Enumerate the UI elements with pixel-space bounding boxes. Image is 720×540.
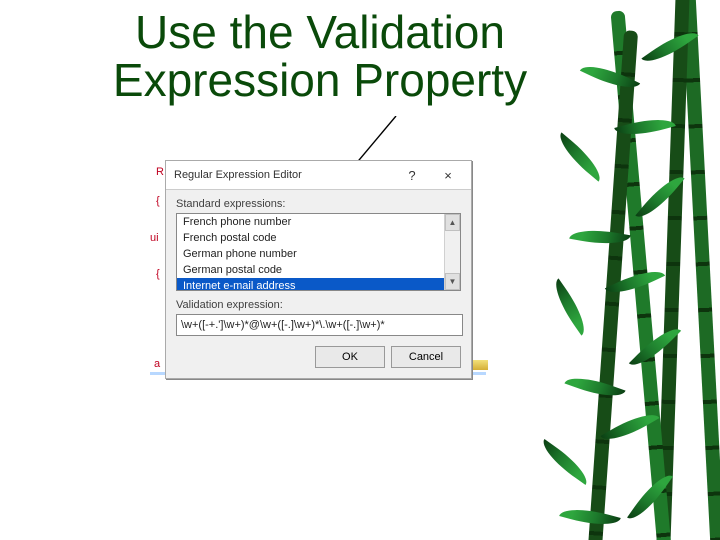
close-icon: × — [444, 168, 452, 183]
slide-title: Use the Validation Expression Property — [60, 8, 580, 105]
bg-fragment: { — [156, 195, 160, 207]
ok-button[interactable]: OK — [315, 346, 385, 368]
list-item[interactable]: German postal code — [177, 262, 460, 278]
title-line-2: Expression Property — [113, 54, 527, 106]
listbox-scrollbar[interactable]: ▲ ▼ — [444, 214, 460, 290]
bg-fragment: { — [156, 268, 160, 280]
bg-fragment: a — [154, 358, 160, 370]
bg-fragment: ui — [150, 232, 159, 244]
list-item[interactable]: French phone number — [177, 214, 460, 230]
standard-expressions-label: Standard expressions: — [176, 198, 471, 210]
cancel-button[interactable]: Cancel — [391, 346, 461, 368]
validation-expression-input[interactable] — [176, 314, 463, 336]
dialog-titlebar: Regular Expression Editor ? × — [166, 161, 471, 190]
list-item[interactable]: German phone number — [177, 246, 460, 262]
help-icon: ? — [408, 168, 415, 183]
scroll-down-icon[interactable]: ▼ — [445, 273, 460, 290]
dialog-caption: Regular Expression Editor — [174, 169, 393, 181]
title-line-1: Use the Validation — [135, 6, 505, 58]
help-button[interactable]: ? — [395, 164, 429, 186]
dialog-button-row: OK Cancel — [166, 336, 471, 378]
validation-expression-label: Validation expression: — [176, 299, 471, 311]
list-item[interactable]: French postal code — [177, 230, 460, 246]
list-item-selected[interactable]: Internet e-mail address — [177, 278, 460, 291]
standard-expressions-listbox[interactable]: French phone number French postal code G… — [176, 213, 461, 291]
scroll-up-icon[interactable]: ▲ — [445, 214, 460, 231]
close-button[interactable]: × — [431, 164, 465, 186]
bg-fragment: R — [156, 166, 164, 178]
regex-editor-dialog: Regular Expression Editor ? × Standard e… — [165, 160, 472, 379]
scroll-track[interactable] — [445, 231, 460, 273]
